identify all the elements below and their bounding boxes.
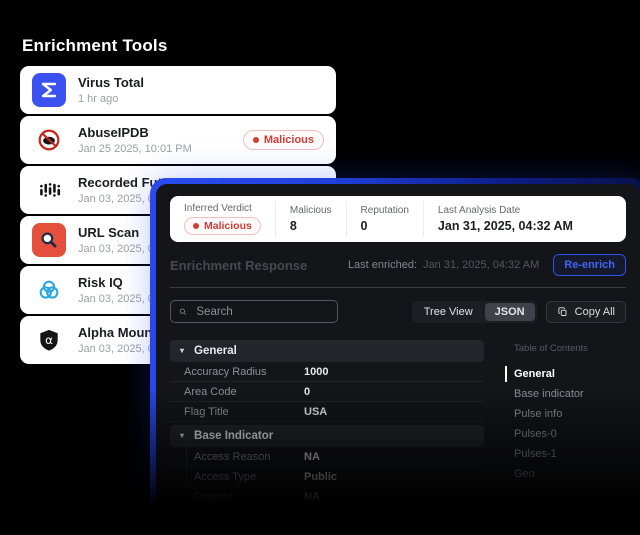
status-dot-icon (253, 137, 259, 143)
toc-item[interactable]: General (498, 364, 626, 384)
toc-item[interactable]: Pulse info (498, 404, 626, 424)
tree-row-key: Accuracy Radius (184, 366, 304, 378)
controls-row: Tree View JSON Copy All (170, 300, 626, 323)
tool-last-run-time: Jan 25 2025, 10:01 PM (78, 143, 192, 155)
verdict-column: Malicious 8 (275, 201, 346, 237)
enrichment-panel: Inferred Verdict Malicious Malicious (150, 178, 640, 535)
tree-section-header[interactable]: ▾ General (170, 340, 484, 362)
tree-row: Access Reason NA (170, 447, 484, 467)
verdict-value: Jan 31, 2025, 04:32 AM (438, 219, 573, 233)
page-title: Enrichment Tools (22, 36, 168, 56)
copy-icon (557, 306, 569, 318)
tree-row: Area Code 0 (170, 382, 484, 402)
verdict-label: Inferred Verdict (184, 203, 261, 214)
malicious-badge: Malicious (243, 130, 324, 150)
tree-row-key: Flag Title (184, 406, 304, 418)
view-toggle: Tree View JSON (412, 301, 537, 323)
tool-list-item[interactable]: Virus Total 1 hr ago (20, 66, 336, 114)
last-enriched-label: Last enriched: (348, 259, 417, 271)
view-tab[interactable]: Tree View (414, 303, 483, 321)
toc-title: Table of Contents (514, 343, 626, 354)
tool-last-run-time: Jan 03, 2025, 05 (78, 293, 160, 305)
screen: Enrichment Tools Virus Total 1 hr ago (0, 0, 640, 535)
verdict-malicious-badge: Malicious (184, 217, 261, 235)
verdict-label: Malicious (290, 205, 332, 216)
tool-name: AbuseIPDB (78, 125, 192, 140)
verdict-value: 0 (361, 219, 409, 233)
tool-logo-icon (32, 273, 66, 307)
tree-row-key: Area Code (184, 386, 304, 398)
table-of-contents: Table of Contents General Base indicator… (498, 337, 626, 527)
tool-name: Risk IQ (78, 275, 160, 290)
verdict-label: Reputation (361, 205, 409, 216)
verdict-value: 8 (290, 219, 332, 233)
tree-row-value: 1000 (304, 366, 328, 378)
json-tree: ▾ General ▾ (170, 337, 484, 527)
search-box[interactable] (170, 300, 338, 323)
search-icon (178, 306, 188, 318)
tree-row-value: NA (304, 511, 320, 523)
search-input[interactable] (194, 305, 330, 319)
tool-name: URL Scan (78, 225, 160, 240)
verdict-summary-card: Inferred Verdict Malicious Malicious (170, 196, 626, 242)
response-header-row: Enrichment Response Last enriched: Jan 3… (170, 254, 626, 276)
copy-all-button[interactable]: Copy All (546, 301, 626, 323)
tool-logo-icon (32, 123, 66, 157)
chevron-down-icon: ▾ (180, 432, 184, 440)
tool-last-run-time: 1 hr ago (78, 93, 144, 105)
tree-row: Flag Title USA (170, 402, 484, 422)
last-enriched-value: Jan 31, 2025, 04:32 AM (423, 259, 539, 271)
tree-row: Access Type Public (170, 467, 484, 487)
tool-logo-icon (32, 223, 66, 257)
tree-row-value: 0 (304, 386, 310, 398)
re-enrich-button[interactable]: Re-enrich (553, 254, 626, 276)
chevron-down-icon: ▾ (180, 347, 184, 355)
tree-row-key: Content (194, 491, 304, 503)
verdict-column: Last Analysis Date Jan 31, 2025, 04:32 A… (423, 201, 587, 237)
tool-name: Virus Total (78, 75, 144, 90)
tree-row-value: Public (304, 471, 337, 483)
verdict-column: Inferred Verdict Malicious (170, 201, 275, 237)
tree-row-key: Access Type (194, 471, 304, 483)
tree-row-value: USA (304, 406, 327, 418)
tree-section-header[interactable]: ▾ Base Indicator (170, 425, 484, 447)
toc-item[interactable]: Geo (498, 464, 626, 484)
verdict-label: Last Analysis Date (438, 205, 573, 216)
view-tab[interactable]: JSON (485, 303, 535, 321)
tree-row-value: NA (304, 491, 320, 503)
tree-row: Content NA (170, 487, 484, 507)
content-row: ▾ General ▾ (170, 337, 626, 527)
tree-row: NA (170, 507, 484, 527)
toc-item[interactable]: Pulses-0 (498, 424, 626, 444)
tree-row-key: Access Reason (194, 451, 304, 463)
toc-item[interactable]: Pulses-1 (498, 444, 626, 464)
tool-list-item[interactable]: AbuseIPDB Jan 25 2025, 10:01 PM Maliciou… (20, 116, 336, 164)
tool-logo-icon (32, 173, 66, 207)
tree-row-value: NA (304, 451, 320, 463)
response-title: Enrichment Response (170, 258, 307, 273)
tool-logo-icon (32, 73, 66, 107)
tree-row: Accuracy Radius 1000 (170, 362, 484, 382)
toc-item[interactable]: Base indicator (498, 384, 626, 404)
tool-logo-icon (32, 323, 66, 357)
verdict-column: Reputation 0 (346, 201, 423, 237)
status-dot-icon (193, 223, 199, 229)
divider (170, 287, 626, 288)
tool-last-run-time: Jan 03, 2025, 05 (78, 243, 160, 255)
